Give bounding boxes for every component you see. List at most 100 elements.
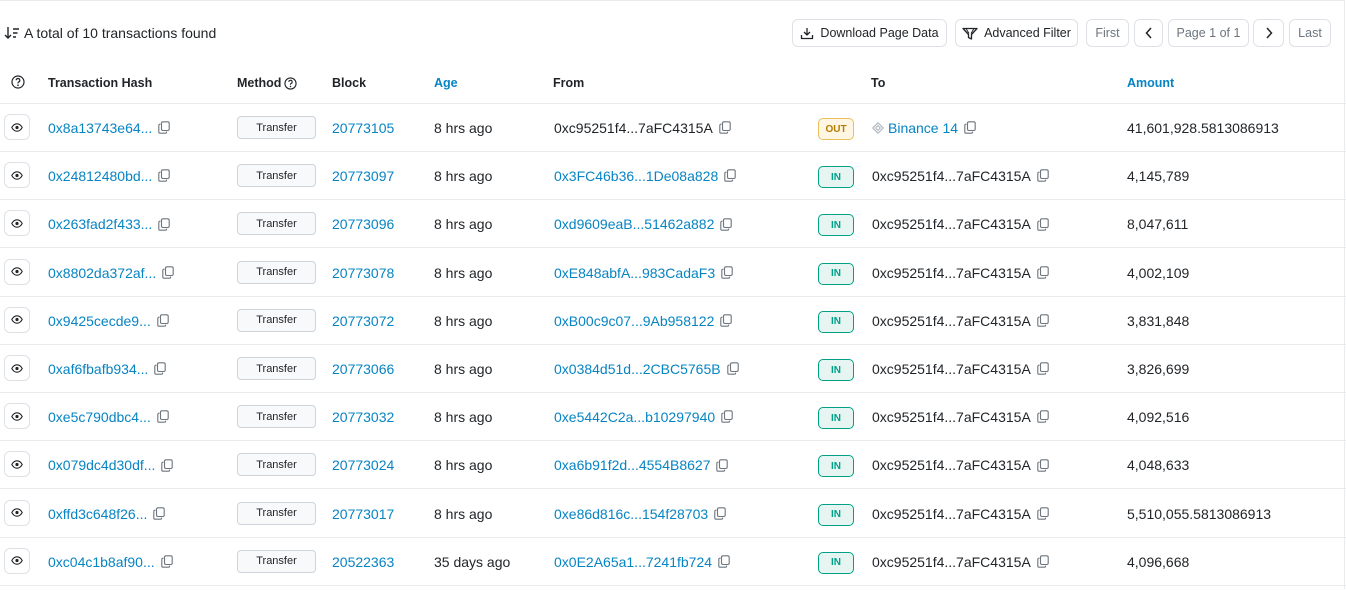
copy-icon[interactable] <box>153 507 166 520</box>
copy-icon[interactable] <box>1037 507 1049 520</box>
from-address[interactable]: 0x0384d51d...2CBC5765B <box>554 361 721 377</box>
direction-badge: IN <box>818 262 854 285</box>
prev-page-button[interactable] <box>1134 19 1163 47</box>
direction-badge: OUT <box>818 118 854 140</box>
view-details-button[interactable] <box>4 499 30 526</box>
tx-hash-link[interactable]: 0xaf6fbafb934... <box>48 361 148 377</box>
block-link[interactable]: 20773105 <box>332 120 394 136</box>
copy-icon[interactable] <box>157 314 169 327</box>
copy-icon[interactable] <box>1037 217 1049 231</box>
block-link[interactable]: 20773066 <box>332 361 394 377</box>
to-address[interactable]: Binance 14 <box>888 120 958 136</box>
copy-icon[interactable] <box>1037 169 1049 183</box>
copy-icon[interactable] <box>721 266 733 279</box>
copy-icon[interactable] <box>720 314 733 327</box>
table-toolbar: A total of 10 transactions found Downloa… <box>0 1 1346 65</box>
copy-icon[interactable] <box>724 169 736 183</box>
from-address[interactable]: 0x0E2A65a1...7241fb724 <box>554 554 712 570</box>
copy-icon[interactable] <box>162 266 174 279</box>
view-details-button[interactable] <box>4 210 30 237</box>
tx-hash-link[interactable]: 0x24812480bd... <box>48 168 152 184</box>
copy-icon[interactable] <box>1037 362 1049 376</box>
view-details-button[interactable] <box>4 355 30 381</box>
header-age[interactable]: Age <box>434 76 458 90</box>
from-address[interactable]: 0xa6b91f2d...4554B8627 <box>554 457 710 473</box>
block-link[interactable]: 20773078 <box>332 265 394 281</box>
copy-icon[interactable] <box>726 362 739 376</box>
copy-icon[interactable] <box>721 410 733 424</box>
block-link[interactable]: 20773032 <box>332 409 394 425</box>
copy-icon[interactable] <box>158 169 171 183</box>
age-text: 8 hrs ago <box>434 505 493 522</box>
direction-badge: IN <box>818 166 854 189</box>
copy-icon[interactable] <box>161 458 174 472</box>
from-address[interactable]: 0xB00c9c07...9Ab958122 <box>554 313 714 329</box>
copy-icon[interactable] <box>719 121 731 135</box>
header-amount[interactable]: Amount <box>1127 76 1174 90</box>
download-page-data-button[interactable]: Download Page Data <box>792 19 947 47</box>
tx-hash-link[interactable]: 0x8a13743e64... <box>48 120 152 136</box>
copy-icon[interactable] <box>718 555 730 568</box>
view-details-button[interactable] <box>4 114 30 140</box>
table-row: 0xe5c790dbc4... Transfer 20773032 8 hrs ago… <box>0 393 1346 442</box>
to-cell: 0xc95251f4...7aFC4315A <box>872 313 1049 329</box>
copy-icon[interactable] <box>157 410 169 424</box>
header-transaction-hash: Transaction Hash <box>48 76 153 90</box>
block-link[interactable]: 20773024 <box>332 457 394 473</box>
copy-icon[interactable] <box>720 217 733 231</box>
copy-icon[interactable] <box>1037 266 1049 279</box>
copy-icon[interactable] <box>716 458 729 472</box>
tx-hash-link[interactable]: 0xffd3c648f26... <box>48 506 147 522</box>
copy-icon[interactable] <box>1037 458 1049 472</box>
transactions-summary: A total of 10 transactions found <box>4 25 216 41</box>
copy-icon[interactable] <box>158 121 171 135</box>
tx-hash-link[interactable]: 0x9425cecde9... <box>48 313 151 329</box>
from-address[interactable]: 0xe5442C2a...b10297940 <box>554 409 715 425</box>
from-cell: 0x0384d51d...2CBC5765B <box>554 361 739 377</box>
copy-icon[interactable] <box>158 217 171 231</box>
view-details-button[interactable] <box>4 162 30 189</box>
last-page-button[interactable]: Last <box>1289 19 1331 47</box>
to-address: 0xc95251f4...7aFC4315A <box>872 553 1031 570</box>
tx-hash-link[interactable]: 0xc04c1b8af90... <box>48 554 155 570</box>
block-link[interactable]: 20773096 <box>332 216 394 232</box>
from-address[interactable]: 0xe86d816c...154f28703 <box>554 506 708 522</box>
view-details-button[interactable] <box>4 451 30 478</box>
to-address: 0xc95251f4...7aFC4315A <box>872 216 1031 233</box>
block-link[interactable]: 20773072 <box>332 313 394 329</box>
chevron-right-icon <box>1265 27 1273 39</box>
eye-icon <box>11 170 23 180</box>
copy-icon[interactable] <box>714 507 726 520</box>
copy-icon[interactable] <box>154 362 167 376</box>
view-details-button[interactable] <box>4 306 30 333</box>
block-link[interactable]: 20773017 <box>332 506 394 522</box>
view-details-button[interactable] <box>4 258 30 285</box>
question-circle-icon[interactable] <box>284 76 298 90</box>
block-link[interactable]: 20522363 <box>332 554 394 570</box>
from-cell: 0x3FC46b36...1De08a828 <box>554 168 736 184</box>
block-link[interactable]: 20773097 <box>332 168 394 184</box>
tx-hash-link[interactable]: 0x263fad2f433... <box>48 216 152 232</box>
next-page-button[interactable] <box>1253 19 1284 47</box>
from-address[interactable]: 0xE848abfA...983CadaF3 <box>554 265 715 281</box>
direction-badge: IN <box>818 503 854 526</box>
from-address[interactable]: 0x3FC46b36...1De08a828 <box>554 168 718 184</box>
summary-text: A total of 10 transactions found <box>24 25 217 41</box>
tx-hash-link[interactable]: 0x079dc4d30df... <box>48 457 155 473</box>
copy-icon[interactable] <box>1037 410 1049 424</box>
download-icon <box>801 27 814 39</box>
first-page-button[interactable]: First <box>1086 19 1129 47</box>
tx-hash-link[interactable]: 0x8802da372af... <box>48 265 156 281</box>
amount-text: 4,002,109 <box>1127 264 1190 281</box>
copy-icon[interactable] <box>964 121 976 135</box>
copy-icon[interactable] <box>1037 555 1049 568</box>
tx-hash-link[interactable]: 0xe5c790dbc4... <box>48 409 151 425</box>
view-details-button[interactable] <box>4 547 30 574</box>
copy-icon[interactable] <box>160 555 173 568</box>
from-address[interactable]: 0xd9609eaB...51462a882 <box>554 216 714 232</box>
view-details-button[interactable] <box>4 403 30 430</box>
copy-icon[interactable] <box>1037 314 1049 327</box>
amount-text: 3,826,699 <box>1127 361 1190 377</box>
advanced-filter-button[interactable]: Advanced Filter <box>955 19 1078 47</box>
header-help[interactable] <box>11 75 25 89</box>
